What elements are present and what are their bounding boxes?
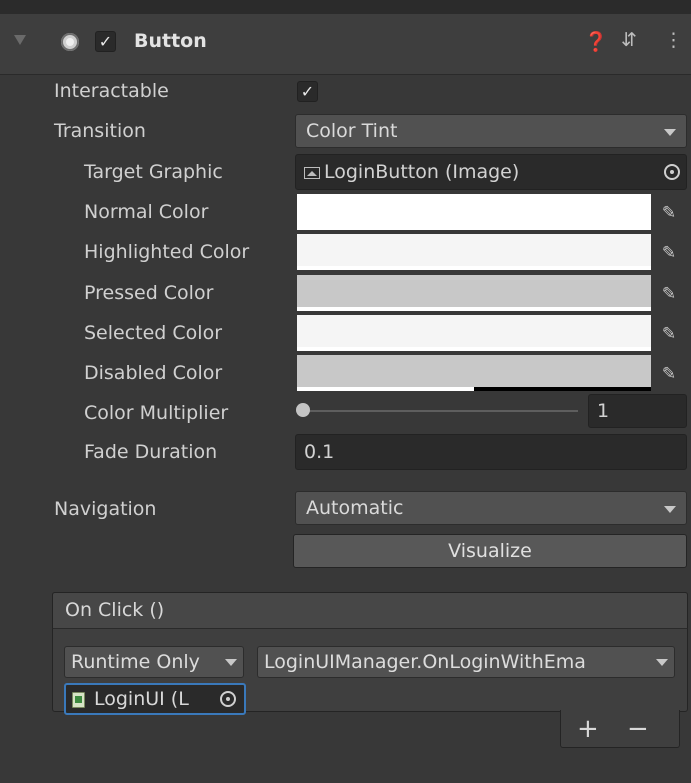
- button-component-icon: [61, 33, 79, 51]
- eyedropper-icon[interactable]: ✎: [658, 242, 680, 264]
- navigation-value: Automatic: [306, 497, 404, 519]
- target-object-value: LoginUI (L: [94, 688, 189, 710]
- eyedropper-icon[interactable]: ✎: [658, 202, 680, 224]
- object-picker-icon[interactable]: [220, 691, 236, 707]
- panel-top-bar: [0, 0, 691, 14]
- chevron-down-icon: [664, 506, 676, 513]
- foldout-arrow-icon[interactable]: [14, 35, 26, 45]
- navigation-label: Navigation: [54, 498, 157, 520]
- chevron-down-icon: [664, 129, 676, 136]
- script-icon: [72, 692, 85, 708]
- pressed-color-swatch[interactable]: [297, 275, 651, 311]
- visualize-button[interactable]: Visualize: [293, 534, 687, 568]
- fade-duration-input[interactable]: 0.1: [295, 434, 687, 470]
- runtime-mode-dropdown[interactable]: Runtime Only: [64, 646, 244, 678]
- alpha-bar: [297, 347, 651, 351]
- transition-value: Color Tint: [306, 120, 398, 142]
- target-graphic-field[interactable]: LoginButton (Image): [295, 154, 687, 190]
- selected-color-swatch[interactable]: [297, 315, 651, 351]
- slider-handle[interactable]: [296, 403, 310, 417]
- chevron-down-icon: [656, 659, 668, 666]
- chevron-down-icon: [225, 659, 237, 666]
- transition-label: Transition: [54, 120, 146, 142]
- function-dropdown[interactable]: LoginUIManager.OnLoginWithEma: [257, 646, 675, 678]
- highlighted-color-label: Highlighted Color: [84, 241, 250, 263]
- normal-color-swatch[interactable]: [297, 194, 651, 230]
- alpha-bar: [297, 307, 651, 311]
- object-picker-icon[interactable]: [664, 164, 680, 180]
- more-icon[interactable]: ⋮: [664, 29, 683, 51]
- function-value: LoginUIManager.OnLoginWithEma: [264, 651, 586, 673]
- target-graphic-label: Target Graphic: [84, 161, 223, 183]
- eyedropper-icon[interactable]: ✎: [658, 323, 680, 345]
- image-icon: [304, 167, 320, 179]
- highlighted-color-swatch[interactable]: [297, 234, 651, 270]
- component-title: Button: [134, 30, 207, 52]
- navigation-dropdown[interactable]: Automatic: [295, 491, 687, 525]
- help-icon[interactable]: ❓: [584, 30, 608, 53]
- fade-duration-label: Fade Duration: [84, 441, 218, 463]
- component-enabled-checkbox[interactable]: ✓: [95, 31, 116, 52]
- runtime-mode-value: Runtime Only: [71, 651, 200, 673]
- color-multiplier-label: Color Multiplier: [84, 402, 229, 424]
- alpha-bar: [297, 226, 651, 230]
- preset-icon[interactable]: ⇵: [621, 29, 637, 51]
- add-listener-button[interactable]: +: [577, 714, 599, 744]
- selected-color-label: Selected Color: [84, 322, 223, 344]
- target-graphic-value: LoginButton (Image): [324, 161, 520, 183]
- alpha-bar: [297, 266, 651, 270]
- color-multiplier-slider[interactable]: [302, 410, 578, 412]
- target-object-field[interactable]: LoginUI (L: [64, 683, 246, 715]
- alpha-bar: [297, 387, 474, 391]
- color-multiplier-input[interactable]: 1: [588, 394, 687, 428]
- remove-listener-button[interactable]: −: [627, 714, 649, 744]
- on-click-header: On Click (): [52, 592, 688, 629]
- disabled-color-label: Disabled Color: [84, 362, 223, 384]
- interactable-label: Interactable: [54, 80, 169, 102]
- disabled-color-swatch[interactable]: [297, 355, 651, 391]
- normal-color-label: Normal Color: [84, 201, 209, 223]
- eyedropper-icon[interactable]: ✎: [658, 283, 680, 305]
- pressed-color-label: Pressed Color: [84, 282, 214, 304]
- eyedropper-icon[interactable]: ✎: [658, 363, 680, 385]
- transition-dropdown[interactable]: Color Tint: [295, 114, 687, 148]
- interactable-checkbox[interactable]: ✓: [297, 81, 318, 102]
